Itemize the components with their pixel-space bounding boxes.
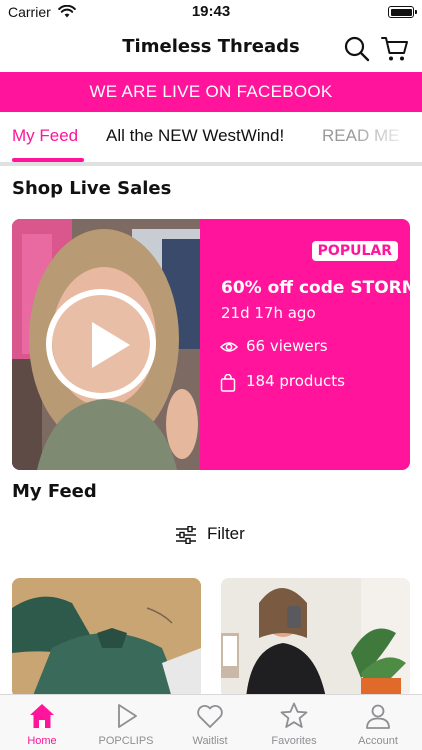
app-header: Timeless Threads bbox=[0, 28, 422, 70]
sale-time-ago: 21d 17h ago bbox=[221, 304, 316, 322]
cart-button[interactable] bbox=[380, 34, 410, 64]
tab-fade-overlay bbox=[352, 118, 422, 158]
feed-item[interactable] bbox=[221, 578, 410, 698]
status-time: 19:43 bbox=[191, 3, 231, 20]
eye-icon bbox=[220, 342, 238, 352]
nav-account-label: Account bbox=[358, 735, 398, 747]
popular-badge: POPULAR bbox=[311, 241, 398, 261]
feed-item[interactable] bbox=[12, 578, 201, 698]
nav-account[interactable]: Account bbox=[336, 695, 420, 750]
search-button[interactable] bbox=[342, 34, 372, 64]
tab-divider bbox=[0, 162, 422, 166]
play-icon bbox=[118, 704, 137, 728]
tab-new-westwind[interactable]: All the NEW WestWind! bbox=[106, 126, 284, 146]
nav-waitlist[interactable]: Waitlist bbox=[168, 695, 252, 750]
viewers-label: 66 viewers bbox=[246, 337, 328, 355]
nav-popclips-label: POPCLIPS bbox=[98, 735, 154, 747]
filter-label: Filter bbox=[207, 524, 245, 543]
feed-tabs: My Feed All the NEW WestWind! READ ME bbox=[0, 118, 422, 164]
star-icon bbox=[280, 702, 308, 728]
live-sale-info: POPULAR 60% off code STORM 21d 17h ago 6… bbox=[200, 219, 410, 470]
nav-favorites-label: Favorites bbox=[271, 735, 317, 747]
filter-sliders-icon bbox=[176, 526, 196, 544]
status-bar: Carrier 19:43 bbox=[0, 0, 422, 24]
battery-icon bbox=[388, 6, 417, 18]
nav-home-label: Home bbox=[27, 735, 57, 747]
products-label: 184 products bbox=[246, 372, 345, 390]
search-icon bbox=[344, 36, 370, 62]
shopping-bag-icon bbox=[220, 374, 236, 392]
nav-popclips[interactable]: POPCLIPS bbox=[84, 695, 168, 750]
my-feed-heading: My Feed bbox=[12, 481, 97, 502]
nav-favorites[interactable]: Favorites bbox=[252, 695, 336, 750]
cart-icon bbox=[381, 37, 408, 61]
product-image bbox=[221, 578, 410, 698]
live-video-thumbnail[interactable] bbox=[12, 219, 200, 470]
shop-live-sales-heading: Shop Live Sales bbox=[12, 178, 172, 199]
nav-waitlist-label: Waitlist bbox=[192, 735, 228, 747]
nav-home[interactable]: Home bbox=[0, 695, 84, 750]
home-icon bbox=[30, 704, 54, 728]
account-icon bbox=[366, 704, 390, 729]
sale-title: 60% off code STORM bbox=[221, 278, 410, 298]
play-icon bbox=[92, 322, 130, 368]
filter-button[interactable]: Filter bbox=[173, 521, 253, 549]
tab-my-feed[interactable]: My Feed bbox=[12, 126, 78, 146]
heart-icon bbox=[197, 705, 223, 728]
product-image bbox=[12, 578, 201, 698]
bottom-tab-bar: Home POPCLIPS Waitlist Favorites Account bbox=[0, 694, 422, 750]
play-button[interactable] bbox=[46, 289, 156, 399]
live-on-facebook-banner[interactable]: WE ARE LIVE ON FACEBOOK bbox=[0, 72, 422, 112]
live-sale-card[interactable]: POPULAR 60% off code STORM 21d 17h ago 6… bbox=[12, 219, 410, 470]
